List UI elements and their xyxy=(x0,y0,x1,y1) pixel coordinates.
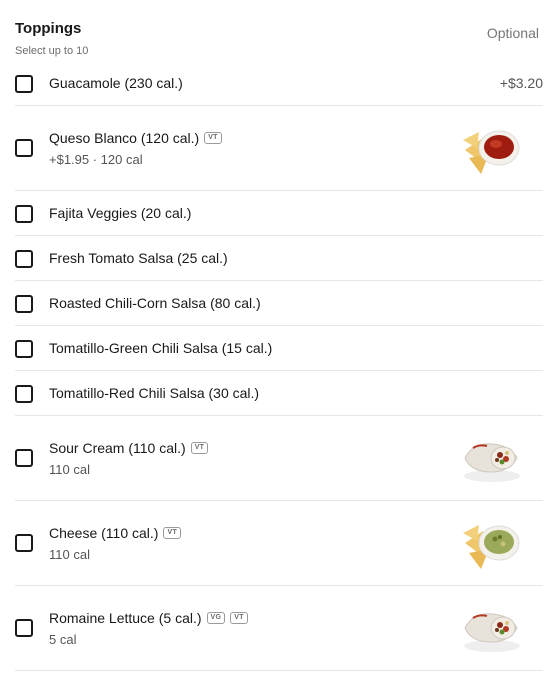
list-item[interactable]: Tomatillo-Red Chili Salsa (30 cal.) xyxy=(15,371,543,416)
vegetarian-badge: VT xyxy=(230,612,248,624)
section-header: Toppings Select up to 10 Optional xyxy=(15,20,543,62)
item-name: Romaine Lettuce (5 cal.) VG VT xyxy=(49,610,248,626)
burrito-icon xyxy=(464,443,520,482)
list-item[interactable]: Fresh Tomato Salsa (25 cal.) xyxy=(15,236,543,281)
burrito-icon xyxy=(464,613,520,652)
chips-guac-icon xyxy=(463,525,520,569)
vegan-badge: VG xyxy=(206,612,226,624)
list-item[interactable]: Cheese (110 cal.) VT 110 cal xyxy=(15,501,543,586)
item-name: Sour Cream (110 cal.) VT xyxy=(49,440,209,456)
list-item[interactable]: Queso Blanco (120 cal.) VT +$1.95 · 120 … xyxy=(15,106,543,191)
item-price: +$3.20 xyxy=(499,75,543,91)
vegetarian-badge: VT xyxy=(204,132,222,144)
item-detail: +$1.95 · 120 cal xyxy=(49,152,143,167)
checkbox[interactable] xyxy=(15,295,33,313)
section-title: Toppings xyxy=(15,20,82,37)
item-detail: 110 cal xyxy=(49,462,90,477)
list-item[interactable]: Tomatillo-Green Chili Salsa (15 cal.) xyxy=(15,326,543,371)
item-name: Queso Blanco (120 cal.) VT xyxy=(49,130,222,146)
item-name: Fajita Veggies (20 cal.) xyxy=(49,205,192,221)
queso-chips-icon xyxy=(463,130,520,174)
item-name: Cheese (110 cal.) VT xyxy=(49,525,182,541)
vegetarian-badge: VT xyxy=(190,442,209,454)
item-name: Tomatillo-Red Chili Salsa (30 cal.) xyxy=(49,385,260,401)
checkbox[interactable] xyxy=(15,385,33,403)
item-detail: 110 cal xyxy=(49,547,90,562)
checkbox[interactable] xyxy=(15,75,33,93)
toppings-list: Guacamole (230 cal.) +$3.20 Queso Blanco… xyxy=(15,61,543,671)
checkbox[interactable] xyxy=(15,619,33,637)
section-subtitle: Select up to 10 xyxy=(15,45,89,57)
checkbox[interactable] xyxy=(15,340,33,358)
checkbox[interactable] xyxy=(15,534,33,552)
checkbox[interactable] xyxy=(15,139,33,157)
checkbox[interactable] xyxy=(15,449,33,467)
list-item[interactable]: Romaine Lettuce (5 cal.) VG VT 5 cal xyxy=(15,586,543,671)
list-item[interactable]: Sour Cream (110 cal.) VT 110 cal xyxy=(15,416,543,501)
list-item[interactable]: Guacamole (230 cal.) +$3.20 xyxy=(15,61,543,106)
optional-label: Optional xyxy=(486,25,539,41)
checkbox[interactable] xyxy=(15,250,33,268)
list-item[interactable]: Fajita Veggies (20 cal.) xyxy=(15,191,543,236)
list-item[interactable]: Roasted Chili-Corn Salsa (80 cal.) xyxy=(15,281,543,326)
item-name: Tomatillo-Green Chili Salsa (15 cal.) xyxy=(49,340,273,356)
item-name: Guacamole (230 cal.) xyxy=(49,75,183,91)
vegetarian-badge: VT xyxy=(163,527,182,539)
toppings-section: Toppings Select up to 10 Optional Guacam… xyxy=(0,0,559,676)
checkbox[interactable] xyxy=(15,205,33,223)
item-name: Fresh Tomato Salsa (25 cal.) xyxy=(49,250,228,266)
item-detail: 5 cal xyxy=(49,632,77,647)
item-name: Roasted Chili-Corn Salsa (80 cal.) xyxy=(49,295,261,311)
